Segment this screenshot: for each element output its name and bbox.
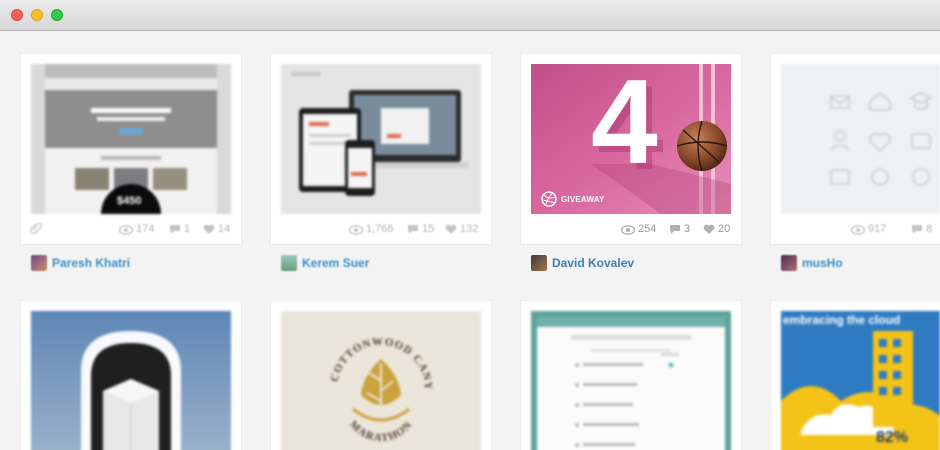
eye-icon (348, 225, 364, 235)
shot-card[interactable]: embracing the cloud 82% (771, 301, 940, 450)
eye-icon (118, 225, 134, 235)
author-link[interactable]: musHo (781, 255, 843, 271)
title-bar (0, 0, 940, 31)
likes-stat: 14 (203, 223, 230, 235)
shot-thumbnail[interactable]: embracing the cloud 82% (781, 311, 940, 450)
app-window: $450 174 1 14 Paresh Khatri 1,766 15 132… (0, 0, 940, 450)
author-link[interactable]: Kerem Suer (281, 255, 369, 271)
avatar (281, 255, 297, 271)
headline: embracing the cloud (783, 313, 901, 327)
price-tag: $450 (117, 195, 142, 207)
comment-icon (912, 225, 922, 234)
shot-card[interactable]: $450 174 1 14 (21, 54, 241, 244)
shot-card[interactable] (21, 301, 241, 450)
shots-grid: $450 174 1 14 Paresh Khatri 1,766 15 132… (0, 31, 940, 450)
author-link[interactable]: David Kovalev (531, 255, 634, 271)
comments-stat: 3 (669, 223, 690, 235)
views-stat: 1,766 (348, 223, 394, 235)
comments-stat: 8 (911, 223, 932, 235)
comment-icon (408, 225, 418, 234)
comments-stat: 15 (407, 223, 434, 235)
shot-card[interactable]: 4 GIVEAWAY 254 3 20 (521, 54, 741, 244)
shot-stats: 917 8 (771, 221, 940, 239)
shot-thumbnail[interactable] (31, 311, 231, 450)
giveaway-badge: GIVEAWAY (561, 195, 605, 204)
shot-thumbnail[interactable]: $450 (31, 64, 231, 214)
shot-thumbnail[interactable]: BIG COTTONWOOD CANYON MARATHON (281, 311, 481, 450)
close-window-button[interactable] (11, 9, 23, 21)
big-number: 4 (591, 64, 658, 189)
heart-icon (703, 224, 715, 234)
heart-icon (203, 224, 215, 234)
comment-icon (170, 225, 180, 234)
shot-stats: 254 3 20 (521, 221, 741, 239)
shot-stats: 174 1 14 (21, 221, 241, 239)
heart-icon (445, 224, 457, 234)
shot-thumbnail[interactable] (781, 64, 940, 214)
comments-stat: 1 (169, 223, 190, 235)
likes-stat: 132 (445, 223, 478, 235)
views-stat: 174 (118, 223, 154, 235)
attachment-icon (29, 221, 43, 238)
shot-stats: 1,766 15 132 (271, 221, 491, 239)
avatar (531, 255, 547, 271)
author-link[interactable]: Paresh Khatri (31, 255, 130, 271)
eye-icon (620, 225, 636, 235)
avatar (31, 255, 47, 271)
comment-icon (670, 225, 680, 234)
views-stat: 917 (850, 223, 886, 235)
shot-thumbnail[interactable] (281, 64, 481, 214)
shot-card[interactable]: 1,766 15 132 (271, 54, 491, 244)
minimize-window-button[interactable] (31, 9, 43, 21)
eye-icon (850, 225, 866, 235)
zoom-window-button[interactable] (51, 9, 63, 21)
shot-card[interactable] (521, 301, 741, 450)
shot-card[interactable]: BIG COTTONWOOD CANYON MARATHON (271, 301, 491, 450)
shot-thumbnail[interactable] (531, 311, 731, 450)
avatar (781, 255, 797, 271)
likes-stat: 20 (703, 223, 730, 235)
shot-thumbnail[interactable]: 4 GIVEAWAY (531, 64, 731, 214)
percent-label: 82% (876, 429, 909, 446)
views-stat: 254 (620, 223, 656, 235)
shot-card[interactable]: 917 8 (771, 54, 940, 244)
